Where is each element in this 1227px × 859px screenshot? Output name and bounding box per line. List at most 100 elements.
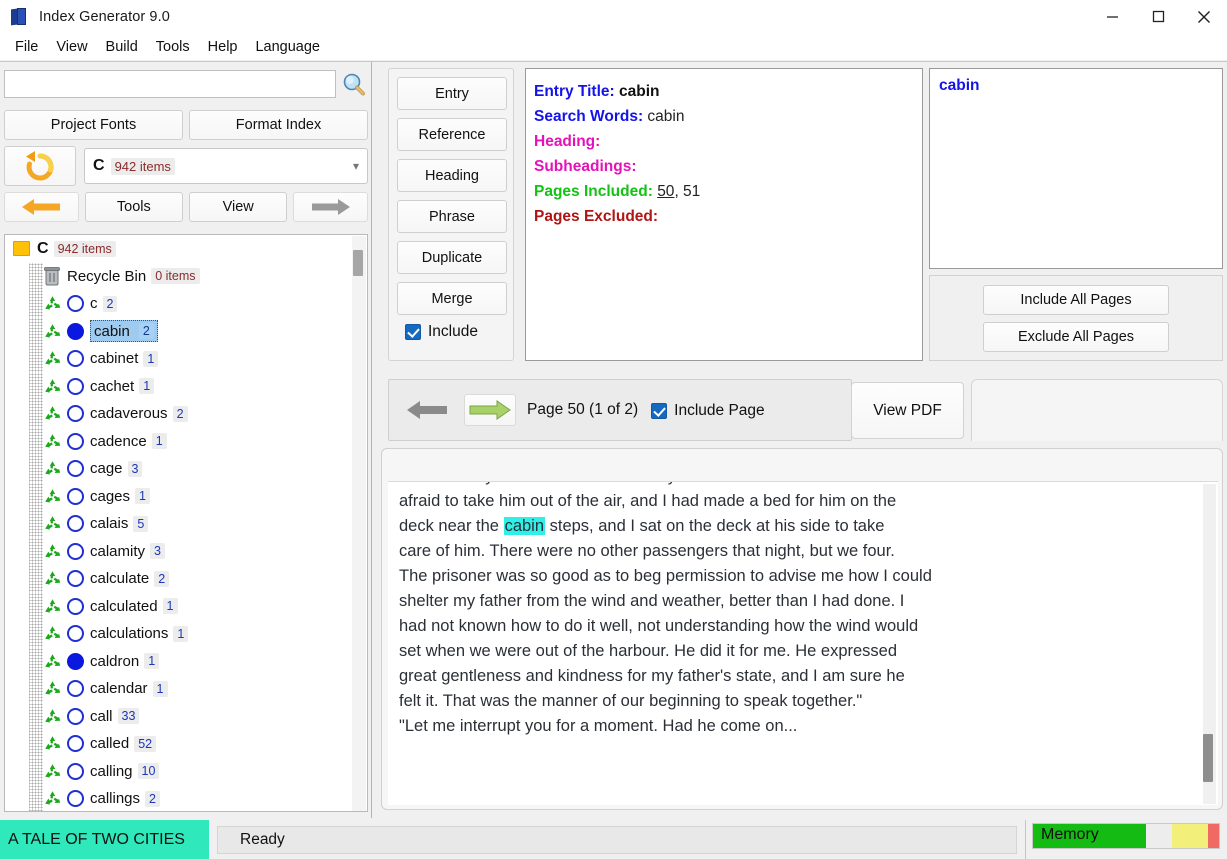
refresh-button[interactable] [4, 146, 76, 186]
view-pdf-button[interactable]: View PDF [851, 382, 964, 439]
reference-button[interactable]: Reference [397, 118, 507, 151]
include-page-row[interactable]: Include Page [649, 402, 765, 420]
close-button[interactable] [1181, 0, 1227, 33]
menu-help[interactable]: Help [199, 37, 247, 57]
phrase-button[interactable]: Phrase [397, 200, 507, 233]
tree-item[interactable]: calling 10 [5, 757, 353, 785]
merge-button[interactable]: Merge [397, 282, 507, 315]
status-dot-empty-icon[interactable] [67, 432, 84, 450]
status-dot-empty-icon[interactable] [67, 350, 84, 368]
status-dot-empty-icon[interactable] [67, 680, 84, 698]
status-dot-empty-icon[interactable] [67, 295, 84, 313]
tree-item[interactable]: cadence 1 [5, 427, 353, 455]
tree-root-label: C [37, 239, 49, 257]
status-dot-empty-icon[interactable] [67, 405, 84, 423]
back-button[interactable] [4, 192, 79, 222]
entry-button[interactable]: Entry [397, 77, 507, 110]
status-dot-empty-icon[interactable] [67, 487, 84, 505]
maximize-button[interactable] [1135, 0, 1181, 33]
tree-scrollbar-thumb[interactable] [353, 250, 363, 276]
entry-tree[interactable]: C 942 items Recycle Bin 0 items c 2 cabi… [4, 234, 368, 812]
tree-root-node[interactable]: C 942 items [5, 235, 353, 263]
project-fonts-button[interactable]: Project Fonts [4, 110, 183, 140]
minimize-button[interactable] [1089, 0, 1135, 33]
tree-root-count: 942 items [53, 240, 116, 257]
status-dot-empty-icon[interactable] [67, 707, 84, 725]
page-text-content: and in a very weak state of health. My f… [399, 482, 1189, 739]
tree-item-count: 1 [143, 350, 159, 367]
status-dot-empty-icon[interactable] [67, 460, 84, 478]
recycle-bin-count: 0 items [151, 268, 200, 285]
menu-file[interactable]: File [6, 37, 47, 57]
tree-item[interactable]: cachet 1 [5, 372, 353, 400]
tree-item[interactable]: calamity 3 [5, 537, 353, 565]
tree-item[interactable]: calculated 1 [5, 592, 353, 620]
previous-page-button[interactable] [401, 394, 453, 426]
text-scrollbar-thumb[interactable] [1203, 734, 1213, 782]
tree-recycle-bin[interactable]: Recycle Bin 0 items [5, 262, 353, 290]
search-input[interactable] [4, 70, 336, 98]
menu-build[interactable]: Build [97, 37, 147, 57]
tree-item[interactable]: c 2 [5, 290, 353, 318]
page-text-viewport[interactable]: and in a very weak state of health. My f… [388, 481, 1218, 805]
tree-item[interactable]: cabinet 1 [5, 345, 353, 373]
include-all-pages-button[interactable]: Include All Pages [983, 284, 1169, 315]
entry-list-item[interactable]: cabin [939, 77, 1213, 95]
status-dot-empty-icon[interactable] [67, 377, 84, 395]
tree-item-selected[interactable]: cabin 2 [90, 320, 158, 343]
tree-item[interactable]: calculate 2 [5, 565, 353, 593]
status-dot-empty-icon[interactable] [67, 790, 84, 808]
next-page-button[interactable] [464, 394, 516, 426]
tree-item-count: 3 [150, 543, 165, 560]
text-scrollbar[interactable] [1203, 484, 1216, 804]
subheadings-label: Subheadings: [534, 158, 637, 175]
tools-button[interactable]: Tools [84, 192, 183, 222]
entry-details-panel: Entry Title: cabin Search Words: cabin H… [525, 68, 923, 361]
status-dot-filled-icon[interactable] [67, 322, 84, 340]
tree-item[interactable]: cabin 2 [5, 317, 353, 345]
menu-tools[interactable]: Tools [147, 37, 199, 57]
tree-item-label: callings [90, 790, 141, 808]
include-checkbox-row[interactable]: Include [397, 323, 505, 341]
letter-combo[interactable]: C 942 items ▾ [84, 148, 368, 184]
tree-item[interactable]: calendar 1 [5, 675, 353, 703]
tree-item[interactable]: cage 3 [5, 455, 353, 483]
include-checkbox[interactable] [405, 324, 421, 340]
status-dot-empty-icon[interactable] [67, 735, 84, 753]
tree-item[interactable]: calais 5 [5, 510, 353, 538]
tree-item[interactable]: call 33 [5, 702, 353, 730]
status-dot-empty-icon[interactable] [67, 542, 84, 560]
heading-button[interactable]: Heading [397, 159, 507, 192]
tree-item[interactable]: callings 2 [5, 785, 353, 811]
tree-item[interactable]: called 52 [5, 730, 353, 758]
tree-item[interactable]: caldron 1 [5, 647, 353, 675]
status-dot-empty-icon[interactable] [67, 762, 84, 780]
status-dot-filled-icon[interactable] [67, 652, 84, 670]
tree-item-label: calculations [90, 625, 169, 643]
page-indicator: Page 50 (1 of 2) [527, 401, 639, 418]
forward-button[interactable] [293, 192, 368, 222]
duplicate-button[interactable]: Duplicate [397, 241, 507, 274]
recycle-icon [45, 681, 61, 695]
empty-tab-panel[interactable] [971, 379, 1223, 441]
menu-language[interactable]: Language [246, 37, 329, 57]
entry-list-panel[interactable]: cabin [929, 68, 1223, 269]
status-dot-empty-icon[interactable] [67, 625, 84, 643]
status-dot-empty-icon[interactable] [67, 515, 84, 533]
text-line: had not known how to do it well, not und… [399, 617, 919, 635]
exclude-all-pages-button[interactable]: Exclude All Pages [983, 321, 1169, 352]
tree-item[interactable]: cages 1 [5, 482, 353, 510]
tree-item-label: cabinet [90, 350, 139, 368]
include-page-checkbox[interactable] [651, 403, 668, 419]
tree-item[interactable]: cadaverous 2 [5, 400, 353, 428]
status-dot-empty-icon[interactable] [67, 597, 84, 615]
pages-included-first[interactable]: 50 [657, 183, 674, 200]
text-line: afraid to take him out of the air, and I… [399, 492, 897, 510]
format-index-button[interactable]: Format Index [189, 110, 368, 140]
tree-scrollbar[interactable] [352, 236, 366, 811]
status-dot-empty-icon[interactable] [67, 570, 84, 588]
menu-view[interactable]: View [47, 37, 96, 57]
view-button[interactable]: View [189, 192, 288, 222]
tree-item[interactable]: calculations 1 [5, 620, 353, 648]
magnifier-icon[interactable] [340, 71, 368, 99]
